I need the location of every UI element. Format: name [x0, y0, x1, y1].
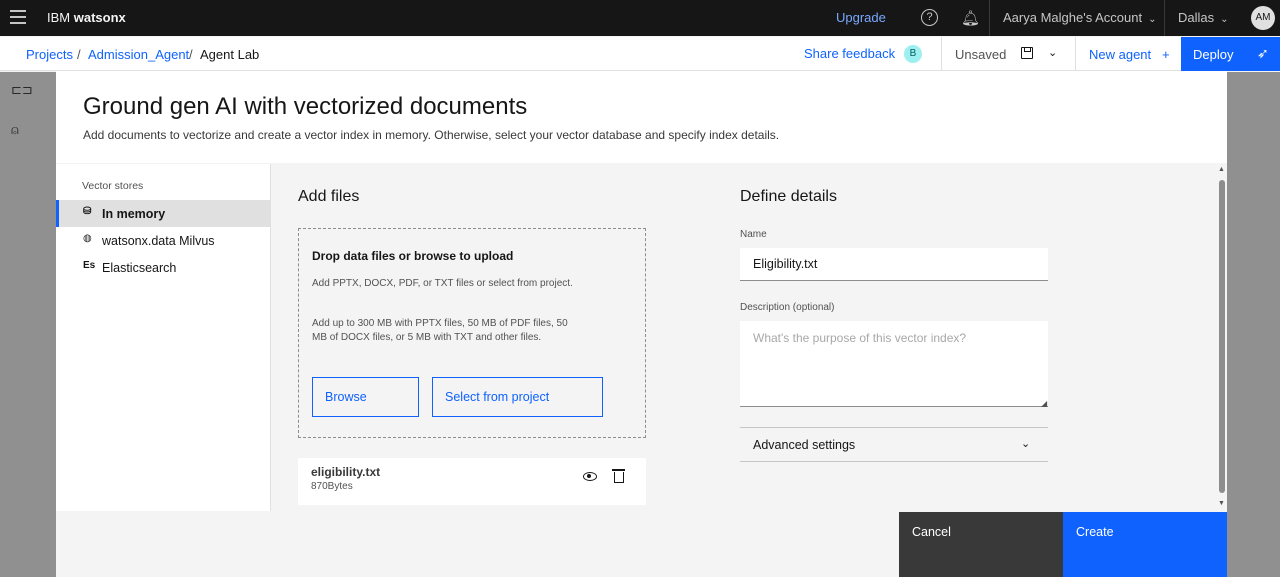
chevron-down-icon: ⌄: [1220, 14, 1229, 25]
uploaded-file-card: eligibility.txt 870Bytes: [298, 458, 646, 505]
memory-icon: ⛁: [83, 206, 92, 217]
browse-button[interactable]: Browse: [312, 377, 419, 417]
save-icon[interactable]: [1021, 47, 1033, 59]
brand-logo[interactable]: IBM watsonx: [47, 10, 126, 25]
breadcrumb-separator: /: [189, 47, 193, 62]
chevron-down-icon[interactable]: ⌄: [1048, 46, 1057, 59]
resize-handle-icon[interactable]: ◢: [1041, 399, 1047, 408]
help-icon[interactable]: ?: [921, 9, 938, 26]
header-divider: [1164, 0, 1165, 36]
vector-store-nav: Vector stores ⛁ In memory ◍ watsonx.data…: [56, 164, 270, 511]
avatar[interactable]: AM: [1251, 6, 1275, 30]
breadcrumb-separator: /: [77, 47, 81, 62]
modal-header: Ground gen AI with vectorized documents …: [56, 71, 1227, 163]
nav-item-label: In memory: [102, 207, 166, 221]
delete-trash-icon[interactable]: [612, 469, 625, 483]
name-label: Name: [740, 229, 767, 240]
account-name: Aarya Malghe's Account: [1003, 10, 1143, 25]
breadcrumb-agent-lab: Agent Lab: [200, 47, 260, 62]
notification-bell-icon[interactable]: 🔔︎: [961, 9, 980, 27]
scroll-up-arrow-icon[interactable]: ▲: [1218, 166, 1225, 173]
collaborator-badge[interactable]: B: [904, 45, 922, 63]
header-divider: [989, 0, 990, 36]
new-agent-button[interactable]: New agent +: [1089, 47, 1170, 62]
nav-item-in-memory[interactable]: ⛁ In memory: [56, 200, 270, 227]
create-button[interactable]: Create: [1063, 512, 1227, 577]
nav-item-milvus[interactable]: ◍ watsonx.data Milvus: [56, 227, 270, 254]
name-field[interactable]: [740, 248, 1048, 281]
region-name: Dallas: [1178, 10, 1215, 25]
modal-content: Add files Drop data files or browse to u…: [270, 164, 1213, 511]
hamburger-menu-icon[interactable]: [10, 10, 26, 24]
advanced-settings-accordion[interactable]: Advanced settings ⌄: [740, 427, 1048, 462]
toolbar-divider: [1075, 37, 1076, 71]
cancel-label: Cancel: [912, 525, 951, 539]
modal-title: Ground gen AI with vectorized documents: [83, 93, 528, 120]
top-header: IBM watsonx Upgrade ? 🔔︎ Aarya Malghe's …: [0, 0, 1280, 36]
modal-footer: Cancel Create: [56, 512, 1227, 577]
breadcrumb-admission-agent[interactable]: Admission_Agent: [88, 47, 189, 62]
modal-subtitle: Add documents to vectorize and create a …: [83, 128, 780, 142]
add-files-heading: Add files: [298, 188, 360, 205]
chevron-down-icon: ⌄: [1021, 438, 1031, 450]
toolbar-divider: [941, 37, 942, 71]
deploy-button[interactable]: Deploy ➶: [1181, 37, 1280, 71]
file-drop-zone[interactable]: Drop data files or browse to upload Add …: [298, 228, 646, 438]
preview-eye-icon[interactable]: [583, 472, 597, 481]
deploy-label: Deploy: [1193, 47, 1234, 62]
chevron-down-icon: ⌄: [1148, 14, 1157, 25]
nav-item-label: watsonx.data Milvus: [102, 234, 215, 248]
plus-icon: +: [1162, 47, 1170, 62]
vectorize-documents-modal: Ground gen AI with vectorized documents …: [56, 71, 1227, 577]
drop-zone-file-types: Add PPTX, DOCX, PDF, or TXT files or sel…: [312, 278, 573, 289]
create-label: Create: [1076, 525, 1114, 539]
advanced-settings-label: Advanced settings: [753, 438, 856, 452]
rocket-icon: ➶: [1257, 45, 1269, 61]
save-status: Unsaved: [955, 47, 1007, 62]
nav-item-elasticsearch[interactable]: Es Elasticsearch: [56, 254, 270, 281]
share-feedback-link[interactable]: Share feedback: [804, 46, 895, 61]
brand-watsonx: watsonx: [73, 10, 126, 25]
account-switcher[interactable]: Aarya Malghe's Account ⌄: [1003, 10, 1156, 25]
content-scrollbar[interactable]: ▲ ▼: [1217, 164, 1227, 511]
define-details-heading: Define details: [740, 188, 837, 205]
description-field[interactable]: [740, 321, 1048, 407]
milvus-icon: ◍: [83, 233, 92, 244]
drop-zone-size-limits: Add up to 300 MB with PPTX files, 50 MB …: [312, 318, 568, 343]
scroll-down-arrow-icon[interactable]: ▼: [1218, 500, 1225, 507]
region-switcher[interactable]: Dallas ⌄: [1178, 10, 1229, 25]
nav-item-label: Elasticsearch: [102, 261, 177, 275]
new-agent-label: New agent: [1089, 47, 1152, 62]
file-size: 870Bytes: [311, 481, 353, 492]
description-label: Description (optional): [740, 302, 835, 313]
select-from-project-button[interactable]: Select from project: [432, 377, 603, 417]
cancel-button[interactable]: Cancel: [899, 512, 1063, 577]
drop-zone-title: Drop data files or browse to upload: [312, 249, 514, 263]
file-name: eligibility.txt: [311, 465, 381, 479]
upgrade-link[interactable]: Upgrade: [836, 10, 886, 25]
nav-title: Vector stores: [82, 180, 144, 192]
project-toolbar: Projects / Admission_Agent / Agent Lab S…: [0, 37, 1280, 71]
scrollbar-thumb[interactable]: [1219, 180, 1225, 493]
brand-ibm: IBM: [47, 10, 71, 25]
breadcrumb-projects[interactable]: Projects: [26, 47, 73, 62]
elasticsearch-icon: Es: [83, 260, 96, 271]
